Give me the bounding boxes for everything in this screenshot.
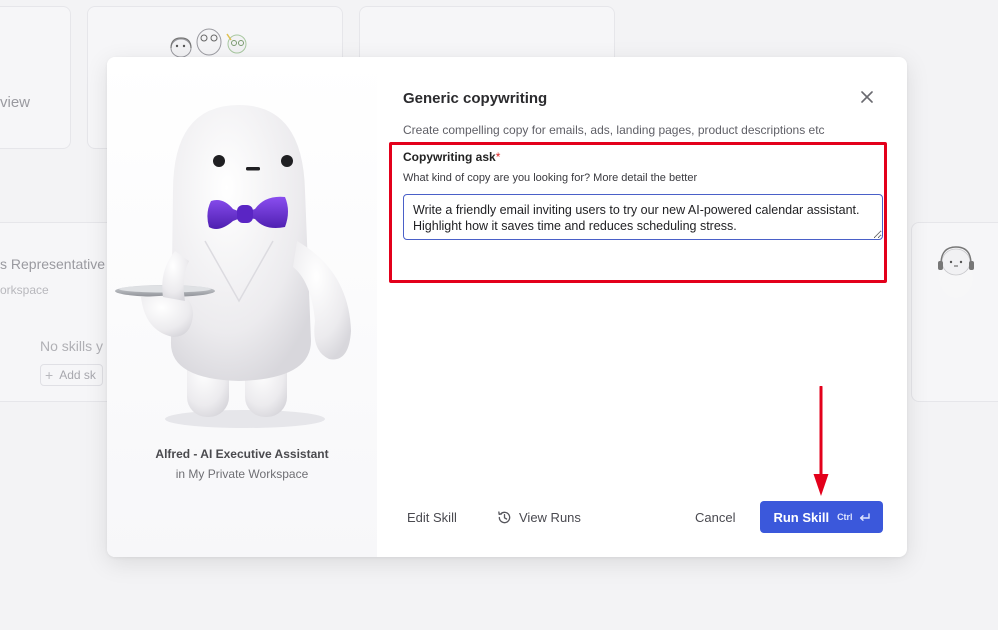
background-headset-bot-illustration (938, 246, 974, 298)
alfred-mascot-illustration (115, 105, 351, 428)
annotation-arrow (813, 386, 829, 496)
close-icon (861, 91, 873, 103)
modal-title: Generic copywriting (403, 90, 548, 107)
copywriting-ask-textarea[interactable]: Write a friendly email inviting users to… (403, 194, 883, 240)
skill-description: Create compelling copy for emails, ads, … (403, 123, 825, 137)
background-card (0, 6, 71, 149)
background-agent-workspace: orkspace (0, 283, 49, 297)
view-runs-label: View Runs (519, 509, 581, 525)
view-runs-button[interactable]: View Runs (497, 506, 581, 528)
cancel-label: Cancel (695, 509, 736, 525)
background-card-text: view (0, 94, 31, 111)
run-skill-label: Run Skill (773, 509, 830, 525)
edit-skill-label: Edit Skill (407, 509, 457, 525)
plus-icon: + (45, 367, 54, 383)
background-add-skill-label: Add sk (59, 368, 96, 382)
close-button[interactable] (857, 87, 877, 107)
keyboard-shortcut: Ctrl (837, 512, 870, 522)
background-no-skills-text: No skills y (40, 338, 104, 354)
cancel-button[interactable]: Cancel (695, 506, 735, 528)
copywriting-ask-label: Copywriting ask* (403, 150, 500, 164)
history-icon (498, 510, 511, 523)
agent-name: Alfred - AI Executive Assistant (155, 447, 329, 461)
edit-skill-button[interactable]: Edit Skill (407, 506, 457, 528)
agent-workspace: in My Private Workspace (175, 467, 309, 481)
copywriting-ask-label-text: Copywriting ask (403, 150, 496, 164)
agent-panel: Alfred - AI Executive Assistant in My Pr… (107, 57, 377, 557)
run-skill-button[interactable]: Run Skill Ctrl (760, 501, 883, 533)
copywriting-ask-help: What kind of copy are you looking for? M… (403, 172, 698, 184)
required-mark: * (495, 150, 501, 164)
background-agent-title: s Representative (0, 256, 106, 272)
run-skill-modal: Alfred - AI Executive Assistant in My Pr… (107, 57, 907, 557)
background-add-skill-button: + Add sk (40, 364, 103, 386)
shortcut-ctrl: Ctrl (837, 512, 853, 522)
enter-icon (859, 512, 870, 521)
